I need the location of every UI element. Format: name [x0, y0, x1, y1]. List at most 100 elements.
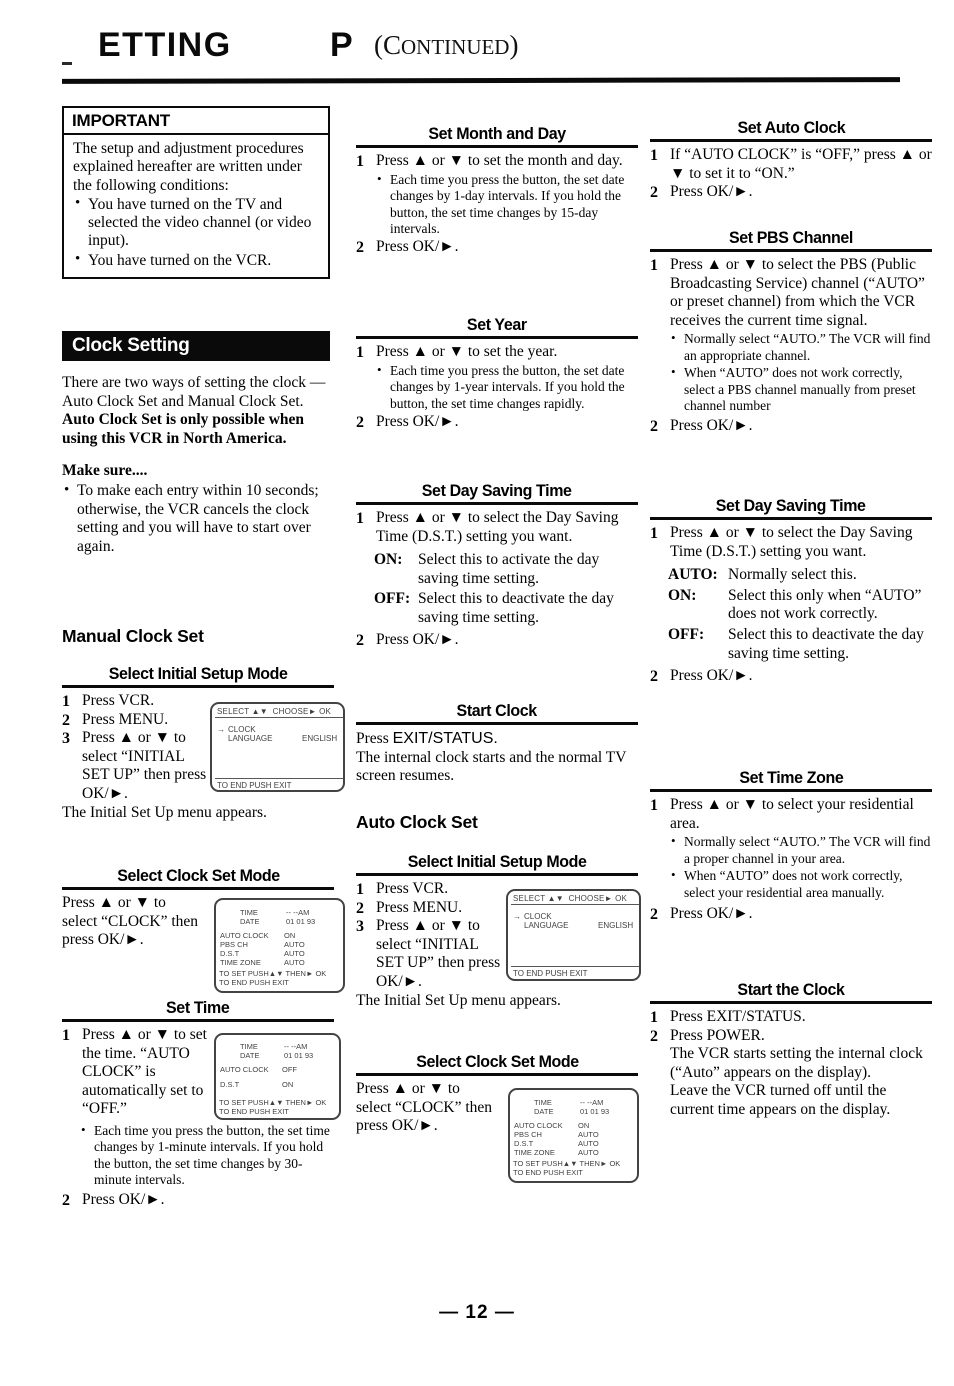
option-row: OFF: Select this to deactivate the day s…: [668, 626, 932, 663]
step-text: Press ▲ or ▼ to select the PBS (Public B…: [670, 256, 925, 329]
auto-clock-set-title: Auto Clock Set: [356, 812, 478, 832]
step-text: Press ▲ or ▼ to set the month and day.: [376, 152, 623, 169]
osd-time-value: -- --AM: [284, 1042, 308, 1051]
important-intro: The setup and adjustment procedures expl…: [73, 140, 304, 194]
steps-list: 1 Press ▲ or ▼ to select the PBS (Public …: [650, 256, 932, 330]
osd-cursor-arrow-icon: →: [513, 912, 521, 921]
heading-text: Select Clock Set Mode: [116, 866, 280, 885]
steps-list: 1 Press ▲ or ▼ to select your residential…: [650, 796, 932, 833]
clock-setting-intro-bold: Auto Clock Set is only possible when usi…: [62, 411, 305, 447]
osd-footer-end: TO END PUSH EXIT: [219, 1107, 289, 1116]
list-item: 3 Press ▲ or ▼ to select “INITIAL SET UP”…: [62, 729, 210, 803]
osd-clock-menu-full-1: TIME -- --AM DATE 01 01 93 AUTO CLOCK ON…: [214, 898, 345, 993]
option-desc: Normally select this.: [728, 566, 857, 584]
osd-footer-set: TO SET PUSH▲▼ THEN► OK: [513, 1159, 621, 1168]
page-footer: — 12 —: [0, 1302, 954, 1324]
step-number: 2: [650, 184, 658, 202]
manual-clock-set-title: Manual Clock Set: [62, 626, 204, 646]
start-clock-note-2: Leave the VCR turned off until the curre…: [670, 1082, 891, 1118]
clock-setting-intro-block: There are two ways of setting the clock …: [62, 374, 334, 556]
important-box-body: The setup and adjustment procedures expl…: [64, 135, 328, 277]
set-month-and-day-block: Set Month and Day 1 Press ▲ or ▼ to set t…: [356, 124, 638, 257]
steps-list: 1 Press VCR. 2 Press MENU. 3 Press ▲ or ▼ t…: [356, 880, 506, 992]
option-label: OFF:: [668, 625, 705, 643]
step-text: Press OK/►.: [670, 667, 753, 685]
heading-text: Start Clock: [456, 701, 538, 720]
step-number: 1: [650, 257, 658, 274]
set-month-notes: Each time you press the button, the set …: [376, 171, 638, 238]
osd-date-label: DATE: [534, 1107, 554, 1116]
step-text: Press OK/►.: [82, 1190, 165, 1208]
option-row: ON: Select this to activate the day savi…: [374, 551, 638, 588]
osd-row-label: PBS CH: [514, 1130, 542, 1139]
list-item: 1 Press VCR.: [356, 880, 506, 899]
step-text: Press ▲ or ▼ to select your residential …: [670, 796, 914, 832]
osd-item-language-value: ENGLISH: [598, 921, 634, 930]
list-item: Normally select “AUTO.” The VCR will fin…: [670, 833, 932, 867]
heading-text: Select Initial Setup Mode: [108, 664, 288, 683]
important-box-title: IMPORTANT: [64, 108, 328, 135]
start-clock-note-1: The VCR starts setting the internal cloc…: [670, 1045, 923, 1081]
continued-open: (C: [374, 30, 401, 60]
osd-row-label: TIME ZONE: [220, 958, 261, 967]
osd-footer-set: TO SET PUSH▲▼ THEN► OK: [219, 969, 327, 978]
heading-select-initial-setup-mode: Select Initial Setup Mode: [356, 852, 638, 876]
step-text: Press OK/►.: [670, 416, 753, 434]
steps-list-2: 2 Press OK/►.: [650, 905, 932, 924]
osd-row-value: AUTO: [284, 940, 305, 949]
list-item: 1 Press EXIT/STATUS.: [650, 1008, 932, 1027]
osd-row-label: AUTO CLOCK: [220, 1065, 269, 1074]
step-number: 2: [356, 899, 364, 917]
step-text: If “AUTO CLOCK” is “OFF,” press ▲ or ▼ t…: [670, 146, 932, 182]
osd-footer-set: TO SET PUSH▲▼ THEN► OK: [219, 1098, 327, 1107]
make-sure-bullets: To make each entry within 10 seconds; ot…: [62, 481, 334, 556]
step-text: Press OK/►.: [376, 630, 459, 648]
osd-row-label: AUTO CLOCK: [220, 931, 269, 940]
steps-list-2: 2 Press OK/►.: [356, 238, 638, 257]
osd-item-language: LANGUAGE: [524, 921, 569, 930]
clock-setting-section-header: Clock Setting: [62, 331, 330, 361]
osd-row-value: AUTO: [284, 949, 305, 958]
option-row: ON: Select this only when “AUTO” does no…: [668, 587, 932, 624]
osd-row-label: D.S.T: [514, 1139, 534, 1148]
continued-smallcaps: ONTINUED: [401, 35, 510, 59]
osd-item-clock: CLOCK: [228, 725, 256, 734]
select-clock-set-mode-body: Press ▲ or ▼ to select “CLOCK” then pres…: [356, 1080, 493, 1135]
heading-set-pbs-channel: Set PBS Channel: [650, 228, 932, 252]
step-number: 2: [650, 417, 658, 435]
step-text: Press ▲ or ▼ to set the year.: [376, 343, 558, 360]
list-item: 2 Press POWER.: [650, 1027, 932, 1046]
heading-text: Select Initial Setup Mode: [407, 852, 587, 871]
start-clock-line1: Press EXIT/STATUS.: [356, 729, 638, 749]
option-label: AUTO:: [668, 566, 718, 584]
list-item: 2 Press OK/►.: [356, 413, 638, 432]
important-bullet-list: You have turned on the TV and selected t…: [73, 195, 319, 270]
list-item: 2 Press OK/►.: [650, 905, 932, 924]
steps-list-2: 2 Press OK/►.: [650, 417, 932, 436]
step-text: Press OK/►.: [376, 238, 459, 256]
heading-set-auto-clock: Set Auto Clock: [650, 118, 932, 142]
osd-item-clock: CLOCK: [524, 912, 552, 921]
heading-set-time: Set Time: [62, 998, 334, 1022]
step-number: 3: [356, 918, 364, 936]
steps-list: 1 Press VCR. 2 Press MENU. 3 Press ▲ or ▼ t…: [62, 692, 210, 804]
step-number: 2: [62, 1191, 70, 1209]
step-number: 1: [356, 344, 364, 361]
osd-date-value: 01 01 93: [580, 1107, 610, 1116]
osd-date-label: DATE: [240, 1051, 260, 1060]
heading-text: Set PBS Channel: [728, 228, 853, 247]
step-number: 2: [650, 1027, 658, 1045]
start-the-clock-block: Start the Clock 1 Press EXIT/STATUS. 2 Pre…: [650, 980, 932, 1120]
time-zone-notes: Normally select “AUTO.” The VCR will fin…: [670, 833, 932, 901]
step-text: Press VCR.: [82, 692, 155, 709]
page-title: ETTING: [98, 26, 232, 64]
step-text: Press ▲ or ▼ to select “INITIAL SET UP” …: [82, 729, 207, 802]
make-sure-title: Make sure....: [62, 462, 148, 480]
heading-text: Set Month and Day: [428, 124, 566, 143]
step-text: Press VCR.: [376, 880, 449, 897]
heading-set-day-saving-time: Set Day Saving Time: [356, 481, 638, 505]
step-number: 2: [650, 668, 658, 686]
start-clock-block: Start Clock Press EXIT/STATUS. The inter…: [356, 701, 638, 786]
step-text: Press ▲ or ▼ to select “INITIAL SET UP” …: [376, 917, 501, 990]
select-clock-set-mode-body: Press ▲ or ▼ to select “CLOCK” then pres…: [62, 894, 199, 949]
